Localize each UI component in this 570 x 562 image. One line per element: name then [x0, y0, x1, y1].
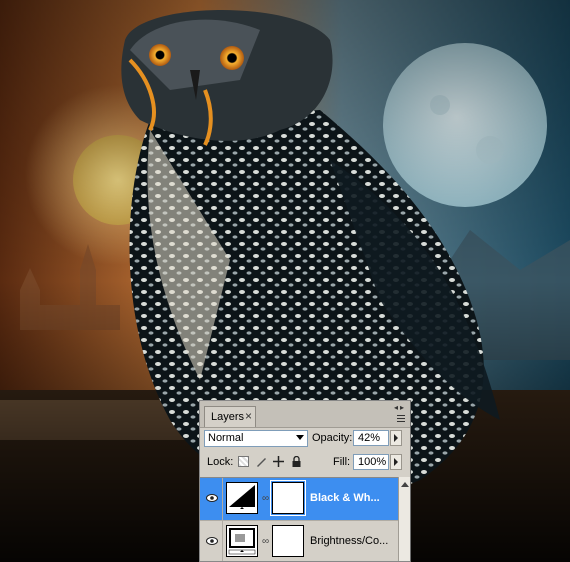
fill-input[interactable]: 100% — [353, 454, 389, 470]
blend-mode-select[interactable]: Normal — [204, 430, 308, 447]
chevron-down-icon — [296, 435, 304, 440]
lock-image-pixels-icon[interactable] — [256, 456, 267, 467]
lock-label: Lock: — [207, 456, 234, 468]
lock-all-icon[interactable] — [291, 455, 302, 467]
panel-menu-icon[interactable] — [394, 413, 406, 423]
layers-panel: Layers × ◂▸ Normal Opacity: 42% Lock: Fi… — [199, 400, 411, 562]
black-white-adjustment-icon — [226, 482, 258, 514]
lock-position-icon[interactable] — [273, 456, 284, 467]
layer-row-black-white[interactable]: ∞ Black & Wh... — [200, 478, 398, 521]
link-icon[interactable]: ∞ — [262, 493, 269, 504]
layer-mask-thumbnail[interactable] — [270, 480, 306, 516]
layers-scrollbar[interactable] — [398, 477, 410, 561]
fill-slider-arrow-icon[interactable] — [390, 454, 402, 470]
close-icon[interactable]: × — [245, 409, 252, 423]
layer-name: Black & Wh... — [310, 492, 380, 504]
opacity-label: Opacity: — [312, 432, 353, 444]
panel-tab-bar: Layers × ◂▸ — [200, 401, 410, 428]
blend-mode-value: Normal — [208, 432, 244, 444]
visibility-eye-icon[interactable] — [202, 478, 223, 520]
tab-layers[interactable]: Layers × — [204, 406, 256, 427]
layers-list: ∞ Black & Wh... ∞ Brightness/Co... — [200, 477, 398, 561]
layer-row-brightness-contrast[interactable]: ∞ Brightness/Co... — [200, 521, 398, 561]
scroll-up-icon[interactable] — [401, 482, 409, 487]
link-icon[interactable]: ∞ — [262, 536, 269, 547]
brightness-contrast-adjustment-icon — [226, 525, 258, 557]
layer-mask-thumbnail[interactable] — [272, 525, 304, 557]
opacity-input[interactable]: 42% — [353, 430, 389, 446]
layer-name: Brightness/Co... — [310, 535, 389, 547]
visibility-eye-icon[interactable] — [202, 521, 223, 561]
lock-transparent-pixels-icon[interactable] — [238, 456, 249, 467]
fill-label: Fill: — [333, 456, 351, 468]
tab-layers-label: Layers — [211, 411, 245, 423]
opacity-slider-arrow-icon[interactable] — [390, 430, 402, 446]
collapse-panel-icon[interactable]: ◂▸ — [394, 403, 406, 412]
